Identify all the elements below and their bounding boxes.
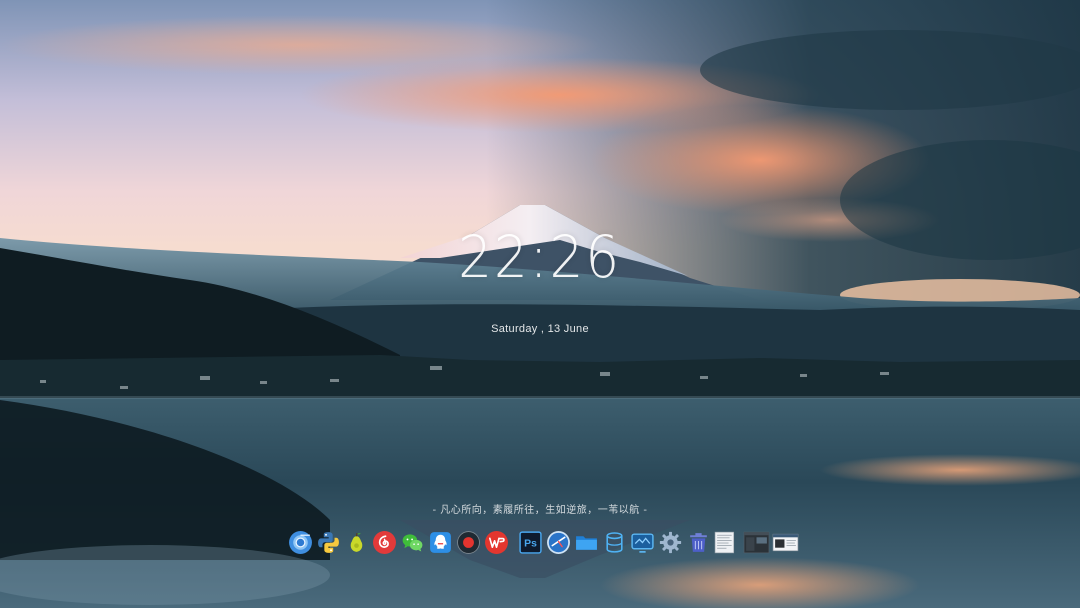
photoshop-icon: Ps <box>519 530 542 554</box>
monitor-icon <box>631 532 654 553</box>
dock-item-document-window[interactable] <box>713 529 741 556</box>
dock-item-netease-music[interactable] <box>371 529 398 556</box>
clock-date: Saturday , 13 June <box>491 323 589 335</box>
folder-icon <box>576 535 597 550</box>
trash-icon <box>690 532 707 552</box>
python-icon <box>318 531 339 553</box>
dock-item-wps[interactable] <box>483 529 510 556</box>
gear-icon <box>659 531 682 553</box>
wechat-icon <box>402 533 423 551</box>
wps-icon <box>485 530 508 554</box>
dock-item-record[interactable] <box>455 529 482 556</box>
svg-text:Ps: Ps <box>524 538 537 549</box>
dock-item-trash[interactable] <box>685 529 712 556</box>
dark-window-icon <box>743 531 769 553</box>
dock-item-browser[interactable] <box>545 529 572 556</box>
netease-music-icon <box>373 530 396 554</box>
dock: Ps <box>287 528 799 556</box>
globe-icon <box>547 530 570 554</box>
dock-item-qq[interactable] <box>427 529 454 556</box>
database-icon <box>606 531 623 553</box>
clock-time: 22:26 <box>458 223 622 291</box>
dock-item-dark-window[interactable] <box>742 529 770 556</box>
dock-item-photoshop[interactable]: Ps <box>517 529 544 556</box>
desktop-quote: - 凡心所向，素履所往，生如逆旅，一苇以航 - <box>432 505 648 516</box>
chrome-icon <box>289 530 312 554</box>
terminal-window-icon <box>772 533 798 551</box>
dock-item-settings[interactable] <box>657 529 684 556</box>
pear-icon <box>350 532 363 552</box>
record-icon <box>457 530 480 554</box>
dock-item-wechat[interactable] <box>399 529 426 556</box>
desktop-clock: 22:26 <box>0 222 1080 292</box>
dock-item-database[interactable] <box>601 529 628 556</box>
dock-item-chrome[interactable] <box>287 529 314 556</box>
desktop-wallpaper <box>0 0 1080 608</box>
dock-item-pear[interactable] <box>343 529 370 556</box>
dock-item-python[interactable] <box>315 529 342 556</box>
dock-item-terminal-window[interactable] <box>771 529 799 556</box>
dock-item-screen[interactable] <box>629 529 656 556</box>
document-window-icon <box>714 531 734 553</box>
dock-item-folder[interactable] <box>573 529 600 556</box>
qq-icon <box>430 531 451 553</box>
